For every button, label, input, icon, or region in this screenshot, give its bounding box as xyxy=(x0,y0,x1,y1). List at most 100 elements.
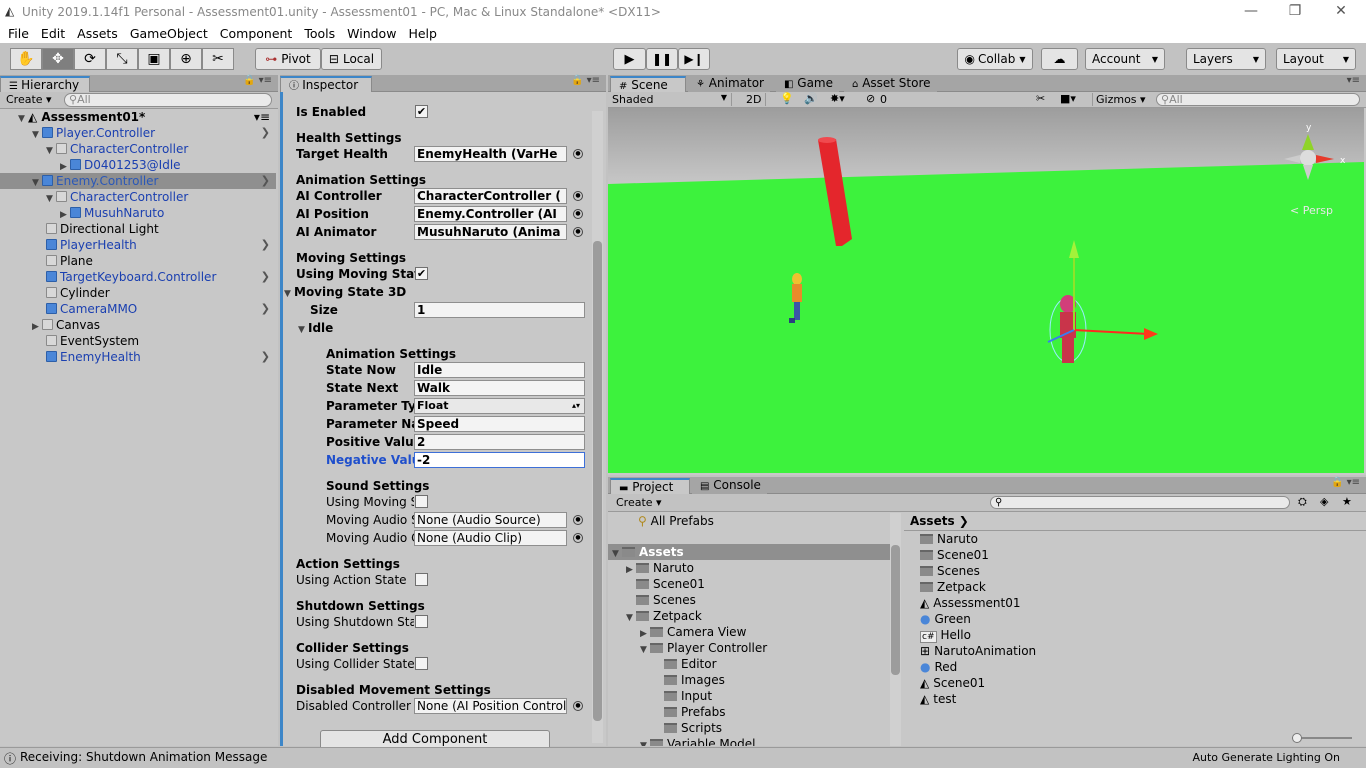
panel-menu-icon[interactable]: 🔒 ▾≡ xyxy=(1331,477,1360,488)
tree-item[interactable]: Scenes xyxy=(636,592,696,608)
object-picker-icon[interactable]: ● xyxy=(573,149,583,159)
panel-menu-icon[interactable]: ▾≡ xyxy=(1347,75,1360,86)
asset-item[interactable]: ⊞ NarutoAnimation xyxy=(920,643,1036,659)
minimize-button[interactable]: — xyxy=(1228,0,1274,23)
project-search-input[interactable]: ⚲ xyxy=(990,496,1290,509)
hierarchy-item[interactable]: ▶ Canvas xyxy=(0,317,276,333)
persp-label[interactable]: < Persp xyxy=(1290,204,1333,217)
effects-icon[interactable]: ✸▾ xyxy=(830,92,845,105)
gizmos-dropdown[interactable]: Gizmos ▾ xyxy=(1092,93,1149,106)
object-picker-icon[interactable]: ● xyxy=(573,227,583,237)
icon-size-slider[interactable] xyxy=(1292,733,1352,743)
positive-value-field[interactable]: 2 xyxy=(414,434,585,450)
rotate-tool-icon[interactable]: ⟳ xyxy=(74,48,106,70)
hierarchy-item[interactable]: CameraMMO ❯ xyxy=(0,301,276,317)
tree-item[interactable]: ▶ Naruto xyxy=(626,560,694,576)
menu-file[interactable]: File xyxy=(2,26,35,41)
moving-audio-source-field[interactable]: None (Audio Source) xyxy=(414,512,567,528)
tree-item[interactable]: ▶ Camera View xyxy=(640,624,746,640)
asset-item[interactable]: ● Green xyxy=(920,611,971,627)
menu-window[interactable]: Window xyxy=(341,26,402,41)
hierarchy-item-selected[interactable]: ▼ Enemy.Controller ❯ xyxy=(0,173,276,189)
project-tree-scrollbar[interactable] xyxy=(890,513,901,746)
asset-item[interactable]: ◭ test xyxy=(920,691,956,707)
parameter-type-dropdown[interactable]: Float ▴▾ xyxy=(414,398,585,414)
add-component-button[interactable]: Add Component xyxy=(320,730,550,748)
state-next-field[interactable]: Walk xyxy=(414,380,585,396)
negative-value-field[interactable]: -2 xyxy=(414,452,585,468)
tree-item[interactable]: Editor xyxy=(664,656,717,672)
moving-state-3d-foldout[interactable]: ▼ Moving State 3D xyxy=(284,284,406,300)
using-collider-state-checkbox[interactable] xyxy=(415,657,428,670)
ai-position-field[interactable]: Enemy.Controller (AI xyxy=(414,206,567,222)
menu-gameobject[interactable]: GameObject xyxy=(124,26,214,41)
tools-icon[interactable]: ✂ xyxy=(1036,92,1045,105)
hierarchy-item[interactable]: ▼ CharacterController xyxy=(0,189,276,205)
menu-help[interactable]: Help xyxy=(402,26,443,41)
hierarchy-item[interactable]: ▼ Player.Controller ❯ xyxy=(0,125,276,141)
hierarchy-item[interactable]: Cylinder xyxy=(0,285,276,301)
object-picker-icon[interactable]: ● xyxy=(573,191,583,201)
pivot-toggle[interactable]: ⊶ Pivot xyxy=(255,48,321,70)
tree-item[interactable]: Input xyxy=(664,688,712,704)
hidden-objects-icon[interactable]: ⊘ xyxy=(866,92,875,105)
project-create-dropdown[interactable]: Create ▾ xyxy=(616,496,662,509)
asset-item[interactable]: Naruto xyxy=(920,531,978,547)
transform-tool-icon[interactable]: ⊕ xyxy=(170,48,202,70)
slider-thumb[interactable] xyxy=(1292,733,1302,743)
tree-item[interactable]: Scripts xyxy=(664,720,722,736)
hierarchy-item[interactable]: ▶ D0401253@Idle xyxy=(0,157,276,173)
hierarchy-item[interactable]: EventSystem xyxy=(0,333,276,349)
lighting-icon[interactable]: 💡 xyxy=(780,92,794,105)
hierarchy-item[interactable]: EnemyHealth ❯ xyxy=(0,349,276,365)
using-shutdown-state-checkbox[interactable] xyxy=(415,615,428,628)
object-picker-icon[interactable]: ● xyxy=(573,209,583,219)
menu-assets[interactable]: Assets xyxy=(71,26,124,41)
ai-controller-field[interactable]: CharacterController ( xyxy=(414,188,567,204)
inspector-scrollbar[interactable] xyxy=(592,111,603,743)
step-button[interactable]: ▶❙ xyxy=(678,48,710,70)
favorite-star-icon[interactable]: ★ xyxy=(1342,495,1352,508)
shading-mode-dropdown[interactable]: Shaded ▼ xyxy=(612,93,732,106)
hierarchy-item[interactable]: TargetKeyboard.Controller ❯ xyxy=(0,269,276,285)
using-moving-state-checkbox[interactable]: ✔ xyxy=(415,267,428,280)
asset-item[interactable]: Scene01 xyxy=(920,547,989,563)
asset-item[interactable]: ◭ Scene01 xyxy=(920,675,985,691)
status-message[interactable]: Receiving: Shutdown Animation Message xyxy=(20,750,267,764)
state-now-field[interactable]: Idle xyxy=(414,362,585,378)
object-picker-icon[interactable]: ● xyxy=(573,533,583,543)
moving-audio-clip-field[interactable]: None (Audio Clip) xyxy=(414,530,567,546)
play-button[interactable]: ▶ xyxy=(613,48,646,70)
is-enabled-checkbox[interactable]: ✔ xyxy=(415,105,428,118)
hand-tool-icon[interactable]: ✋ xyxy=(10,48,42,70)
tab-inspector[interactable]: ⓘ Inspector xyxy=(280,76,372,92)
using-action-state-checkbox[interactable] xyxy=(415,573,428,586)
tree-item[interactable]: ▼ Zetpack xyxy=(626,608,702,624)
audio-icon[interactable]: 🔊 xyxy=(804,92,818,105)
target-health-field[interactable]: EnemyHealth (VarHe xyxy=(414,146,567,162)
filter-by-label-icon[interactable]: ◈ xyxy=(1320,495,1328,508)
disabled-controller-field[interactable]: None (AI Position Controll xyxy=(414,698,567,714)
tree-item[interactable]: Scene01 xyxy=(636,576,705,592)
parameter-name-field[interactable]: Speed xyxy=(414,416,585,432)
account-dropdown[interactable]: Account ▼ xyxy=(1085,48,1165,70)
size-field[interactable]: 1 xyxy=(414,302,585,318)
asset-item[interactable]: ● Red xyxy=(920,659,957,675)
menu-component[interactable]: Component xyxy=(214,26,299,41)
hierarchy-search-input[interactable]: ⚲All xyxy=(64,93,272,107)
tree-item[interactable]: ▼ Player Controller xyxy=(640,640,767,656)
scene-viewport[interactable]: y x < Persp xyxy=(608,108,1364,473)
layout-dropdown[interactable]: Layout ▼ xyxy=(1276,48,1356,70)
hierarchy-item[interactable]: Directional Light xyxy=(0,221,276,237)
scale-tool-icon[interactable]: ⤡ xyxy=(106,48,138,70)
layers-dropdown[interactable]: Layers ▼ xyxy=(1186,48,1266,70)
panel-menu-icon[interactable]: 🔒 ▾≡ xyxy=(243,75,272,86)
object-picker-icon[interactable]: ● xyxy=(573,701,583,711)
all-prefabs-item[interactable]: ⚲ All Prefabs xyxy=(638,513,714,529)
hierarchy-item[interactable]: PlayerHealth ❯ xyxy=(0,237,276,253)
move-tool-icon[interactable]: ✥ xyxy=(42,48,74,70)
using-moving-s-checkbox[interactable] xyxy=(415,495,428,508)
local-toggle[interactable]: ⊟ Local xyxy=(321,48,382,70)
menu-tools[interactable]: Tools xyxy=(298,26,341,41)
asset-item[interactable]: Zetpack xyxy=(920,579,986,595)
